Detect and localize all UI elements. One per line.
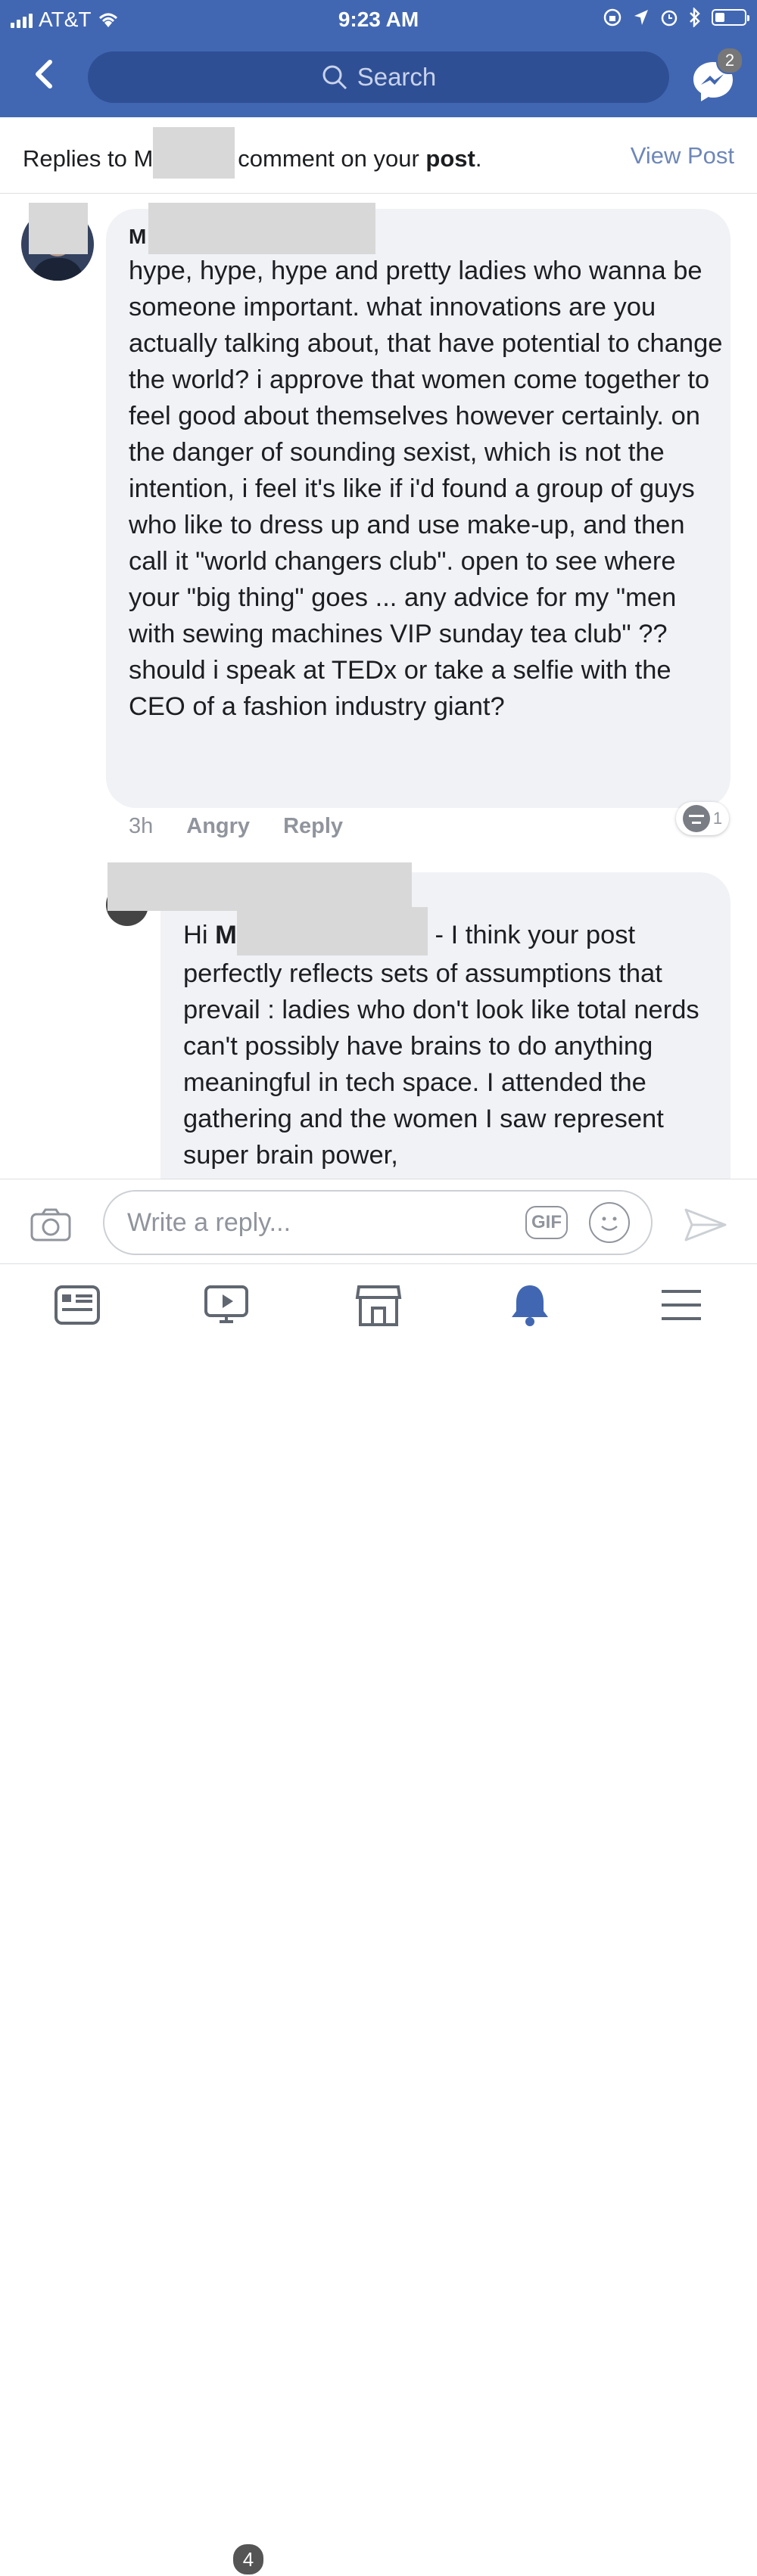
reply-name-initial: M [215, 921, 237, 949]
replies-title: Replies to M comment on your post. [23, 127, 482, 179]
replies-prefix: Replies to M [23, 145, 154, 172]
reply-placeholder: Write a reply... [127, 1208, 291, 1237]
reply-greeting: Hi [183, 921, 216, 949]
comment-actions: 3h Angry Reply [129, 814, 343, 839]
angry-reaction-button[interactable]: Angry [186, 814, 250, 839]
alarm-icon [661, 10, 678, 26]
status-bar: AT&T 9:23 AM [0, 0, 757, 39]
comment-time: 3h [129, 814, 154, 838]
bluetooth-icon [690, 8, 700, 27]
camera-icon[interactable] [30, 1208, 71, 1241]
bottom-tab-bar: 4 [0, 1263, 757, 2576]
location-icon [634, 10, 648, 25]
angry-face-icon [682, 805, 710, 832]
reply-input[interactable]: Write a reply... GIF [103, 1190, 653, 1255]
gif-button[interactable]: GIF [525, 1206, 568, 1239]
reaction-count: 1 [712, 809, 723, 828]
menu-icon[interactable] [657, 1281, 706, 1329]
reaction-summary[interactable]: 1 [676, 802, 729, 835]
top-bar: AT&T 9:23 AM Search 2 [0, 0, 757, 117]
redacted-reply-author [107, 862, 412, 911]
smiley-icon[interactable] [589, 1202, 630, 1243]
search-input[interactable]: Search [88, 51, 669, 103]
reply-button[interactable]: Reply [283, 814, 343, 839]
view-post-link[interactable]: View Post [631, 142, 734, 169]
battery-icon [712, 9, 749, 26]
replies-header: Replies to M comment on your post. View P… [0, 117, 757, 194]
replies-middle: comment on your [238, 145, 426, 172]
back-arrow-icon[interactable] [29, 59, 59, 89]
news-feed-icon[interactable] [53, 1281, 101, 1329]
reply-text: Hi M - I think your post perfectly refle… [183, 906, 713, 1173]
comment-author[interactable]: M [129, 225, 146, 249]
send-icon[interactable] [684, 1207, 727, 1243]
marketplace-icon[interactable] [354, 1281, 403, 1329]
search-placeholder: Search [357, 63, 437, 91]
redacted-name [153, 127, 235, 179]
reply-composer: Write a reply... GIF [0, 1179, 757, 1264]
reply-body: - I think your post perfectly reflects s… [183, 921, 699, 1170]
search-icon [322, 65, 347, 90]
rotation-lock-icon [603, 8, 621, 26]
video-badge: 4 [232, 2543, 265, 2576]
post-link[interactable]: post [425, 145, 475, 172]
replies-suffix: . [475, 145, 482, 172]
comment-text: hype, hype, hype and pretty ladies who w… [129, 256, 723, 721]
messenger-badge: 2 [716, 47, 743, 74]
notifications-bell-icon[interactable] [506, 1281, 554, 1329]
redacted-mention [236, 906, 428, 956]
redacted-avatar [29, 203, 88, 254]
redacted-author [148, 203, 375, 254]
watch-video-icon[interactable] [203, 1281, 251, 1329]
